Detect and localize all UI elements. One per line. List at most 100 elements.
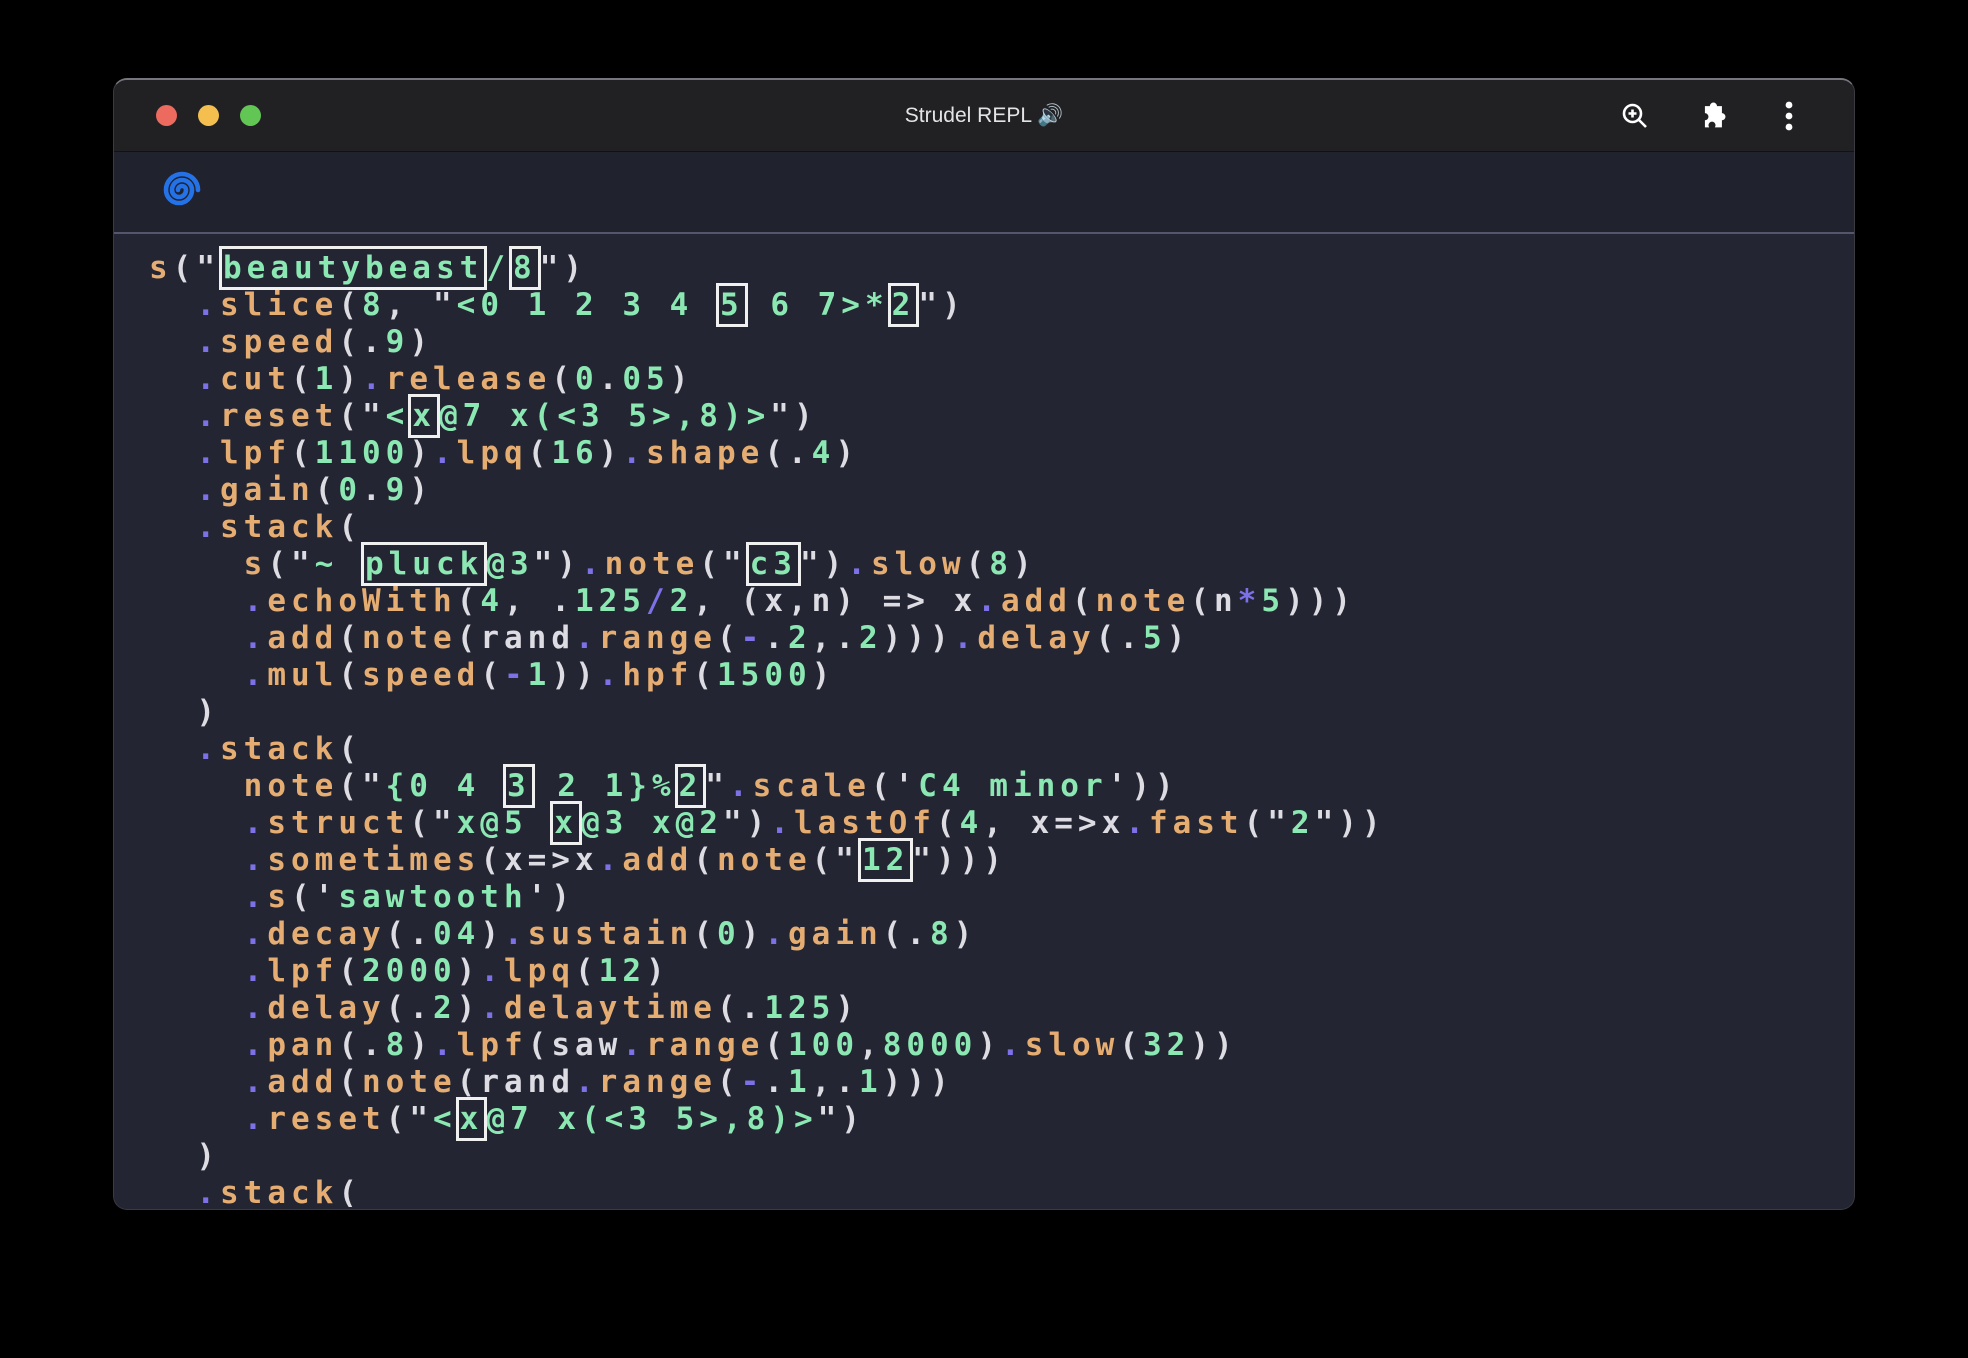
code-token: <0 1 2 3 4: [457, 287, 717, 323]
code-line: .add(note(rand.range(-.2,.2))).delay(.5): [149, 620, 1844, 657]
code-token: <: [433, 1101, 457, 1137]
code-token: 100: [788, 1027, 859, 1063]
active-event-highlight: pluck: [365, 546, 483, 582]
code-token: reset: [267, 1101, 385, 1137]
code-token: .: [196, 509, 220, 545]
code-token: @7 x(<3 5>,8)>: [439, 398, 770, 434]
code-token: .: [196, 398, 220, 434]
code-token: s: [267, 879, 291, 915]
code-token: slow: [1025, 1027, 1120, 1063]
code-token: ): [409, 1027, 433, 1063]
strudel-spiral-logo[interactable]: [158, 166, 206, 219]
code-token: .: [480, 953, 504, 989]
code-token: stack: [220, 1175, 338, 1207]
code-token: "): [540, 250, 587, 286]
code-token: fast: [1149, 805, 1244, 841]
code-token: ))): [883, 620, 954, 656]
code-token: ): [1167, 620, 1191, 656]
code-token: (': [291, 879, 338, 915]
code-line: .reset("<x@7 x(<3 5>,8)>"): [149, 1101, 1844, 1138]
code-token: .: [244, 879, 268, 915]
window-title: Strudel REPL 🔊: [114, 104, 1854, 128]
code-token: (: [966, 546, 990, 582]
code-token: 4: [812, 435, 836, 471]
code-token: 8000: [883, 1027, 978, 1063]
code-token: (: [338, 1064, 362, 1100]
code-token: reset: [220, 398, 338, 434]
code-token: .: [196, 435, 220, 471]
code-token: delay: [977, 620, 1095, 656]
code-token: ): [670, 361, 694, 397]
code-token: ,.: [812, 1064, 859, 1100]
code-token: ): [977, 1027, 1001, 1063]
minimize-button[interactable]: [198, 105, 219, 126]
code-token: decay: [267, 916, 385, 952]
overflow-menu-icon[interactable]: [1772, 99, 1806, 133]
code-token: .: [622, 1027, 646, 1063]
code-token: ): [954, 916, 978, 952]
code-line: .cut(1).release(0.05): [149, 361, 1844, 398]
code-token: .: [433, 1027, 457, 1063]
maximize-button[interactable]: [240, 105, 261, 126]
code-token: "): [770, 398, 817, 434]
close-button[interactable]: [156, 105, 177, 126]
code-token: lpf: [457, 1027, 528, 1063]
code-token: note: [605, 546, 700, 582]
code-token: n: [1214, 583, 1238, 619]
code-token: (": [338, 768, 385, 804]
code-token: (: [457, 583, 481, 619]
code-line: ): [149, 694, 1844, 731]
code-token: 5: [1143, 620, 1167, 656]
code-token: (: [936, 805, 960, 841]
code-token: (: [338, 731, 362, 767]
code-token: 04: [433, 916, 480, 952]
code-token: (: [315, 472, 339, 508]
code-token: lastOf: [794, 805, 936, 841]
code-token: lpq: [457, 435, 528, 471]
code-token: (.: [1096, 620, 1143, 656]
code-token: .: [1125, 805, 1149, 841]
code-token: note: [244, 768, 339, 804]
code-line: .add(note(rand.range(-.1,.1))): [149, 1064, 1844, 1101]
code-token: .: [244, 1027, 268, 1063]
code-token: (: [291, 361, 315, 397]
code-line: .gain(0.9): [149, 472, 1844, 509]
code-token: .: [847, 546, 871, 582]
code-token: "))): [912, 842, 1007, 878]
active-event-highlight: x: [554, 805, 578, 841]
code-token: "): [723, 805, 770, 841]
code-token: cut: [220, 361, 291, 397]
code-token: C4 minor: [918, 768, 1107, 804]
code-token: (.: [717, 990, 764, 1026]
app-header: [114, 152, 1854, 234]
code-token: rand: [480, 620, 575, 656]
code-token: 1: [859, 1064, 883, 1100]
code-token: (": [699, 546, 746, 582]
code-token: 16: [551, 435, 598, 471]
code-editor[interactable]: s("beautybeast/8") .slice(8, "<0 1 2 3 4…: [114, 234, 1854, 1207]
code-token: (: [528, 435, 552, 471]
extensions-icon[interactable]: [1695, 99, 1729, 133]
code-token: 32: [1143, 1027, 1190, 1063]
code-token: .: [196, 472, 220, 508]
code-token: sometimes: [267, 842, 480, 878]
code-token: 1100: [315, 435, 410, 471]
code-token: .: [622, 435, 646, 471]
code-token: 8: [930, 916, 954, 952]
code-token: (.: [386, 916, 433, 952]
code-token: .: [480, 990, 504, 1026]
code-token: ): [812, 657, 836, 693]
code-token: ): [338, 361, 362, 397]
code-token: (.: [883, 916, 930, 952]
code-token: slice: [220, 287, 338, 323]
code-token: .: [977, 583, 1001, 619]
code-token: .: [244, 842, 268, 878]
code-token: 0: [717, 916, 741, 952]
code-line: .reset("<x@7 x(<3 5>,8)>"): [149, 398, 1844, 435]
code-token: (: [764, 1027, 788, 1063]
code-token: (.: [764, 435, 811, 471]
code-token: (": [386, 1101, 433, 1137]
code-token: x@5: [457, 805, 552, 841]
code-line: .lpf(1100).lpq(16).shape(.4): [149, 435, 1844, 472]
zoom-in-icon[interactable]: [1618, 99, 1652, 133]
